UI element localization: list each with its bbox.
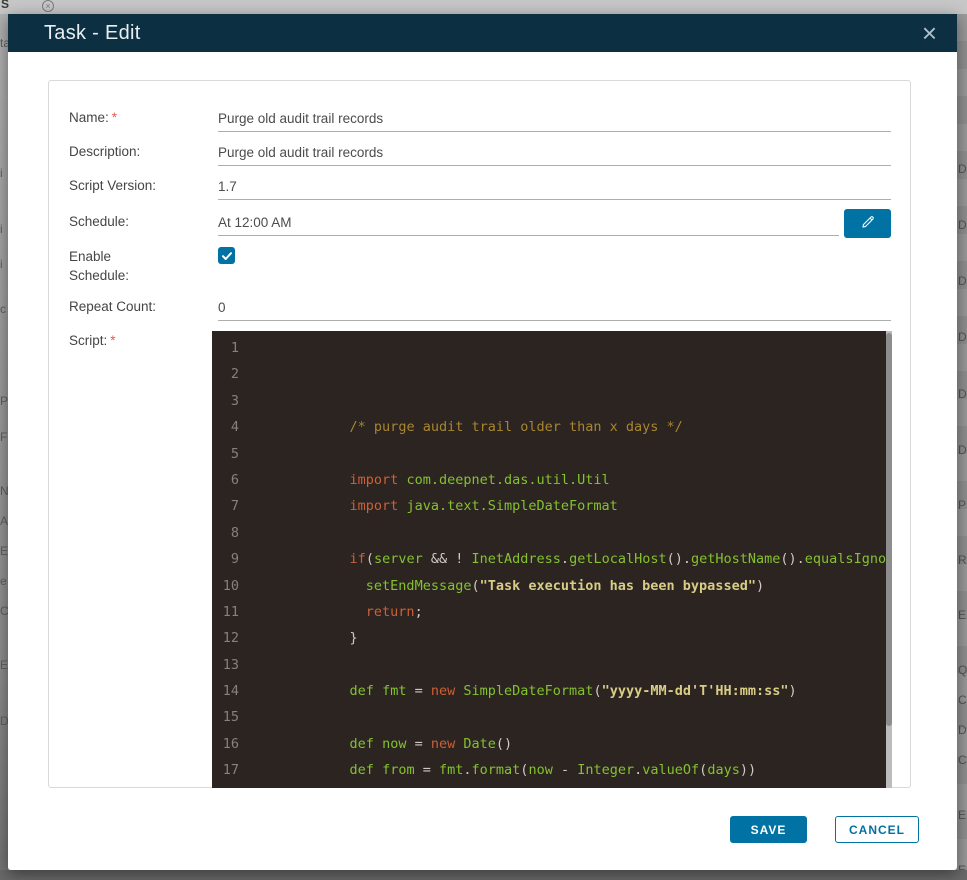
- script-version-label: Script Version:: [69, 178, 157, 193]
- script-code[interactable]: /* purge audit trail older than x days *…: [252, 335, 886, 784]
- name-input[interactable]: [218, 111, 891, 126]
- script-label: Script: *: [69, 333, 116, 348]
- pencil-icon: [859, 213, 877, 234]
- schedule-input[interactable]: [218, 215, 839, 230]
- backdrop-text: S: [1, 0, 10, 11]
- editor-scrollbar-thumb[interactable]: [886, 333, 892, 727]
- cancel-button[interactable]: CANCEL: [835, 816, 919, 843]
- save-button[interactable]: SAVE: [730, 816, 807, 843]
- backdrop-top-strip: S ×: [0, 0, 967, 14]
- description-input[interactable]: [218, 145, 891, 160]
- backdrop-right-strip: DDDDDDPREQCDCEE: [957, 14, 967, 870]
- check-icon: [221, 251, 232, 260]
- form-card: Name:* Description: Script Version: Sche…: [48, 80, 911, 788]
- name-label: Name: *: [69, 110, 118, 125]
- script-version-input[interactable]: [218, 179, 891, 194]
- schedule-label: Schedule:: [69, 214, 130, 229]
- script-code-editor[interactable]: 1 2 3 4 5 6 7 8 9 10 11 12 13 14 15 16 17 /* purge audit…: [212, 331, 892, 788]
- backdrop-bottom-strip: [0, 870, 967, 880]
- enable-schedule-checkbox[interactable]: [218, 247, 235, 264]
- enable-schedule-label: Enable Schedule:: [69, 249, 130, 283]
- close-circle-icon: ×: [42, 0, 54, 12]
- description-field-wrap: [218, 144, 891, 166]
- repeat-count-input[interactable]: [218, 300, 891, 315]
- description-label: Description:: [69, 144, 141, 159]
- edit-schedule-button[interactable]: [844, 209, 891, 238]
- script-version-field-wrap: [218, 178, 891, 200]
- task-edit-dialog: Task - Edit × Name:* Description: Script…: [8, 14, 957, 870]
- name-field-wrap: [218, 110, 891, 132]
- editor-scrollbar[interactable]: [886, 331, 892, 788]
- required-asterisk: *: [111, 110, 118, 125]
- repeat-count-label: Repeat Count:: [69, 299, 157, 314]
- close-icon[interactable]: ×: [922, 17, 937, 49]
- dialog-header: Task - Edit ×: [8, 14, 957, 52]
- schedule-field-wrap: [218, 214, 839, 236]
- required-asterisk: *: [110, 333, 116, 348]
- dialog-title: Task - Edit: [44, 22, 141, 44]
- repeat-count-field-wrap: [218, 299, 891, 321]
- script-gutter: 1 2 3 4 5 6 7 8 9 10 11 12 13 14 15 16 17: [222, 340, 239, 779]
- backdrop-left-strip: ta i i i c P F N A Ee C E D: [0, 14, 8, 870]
